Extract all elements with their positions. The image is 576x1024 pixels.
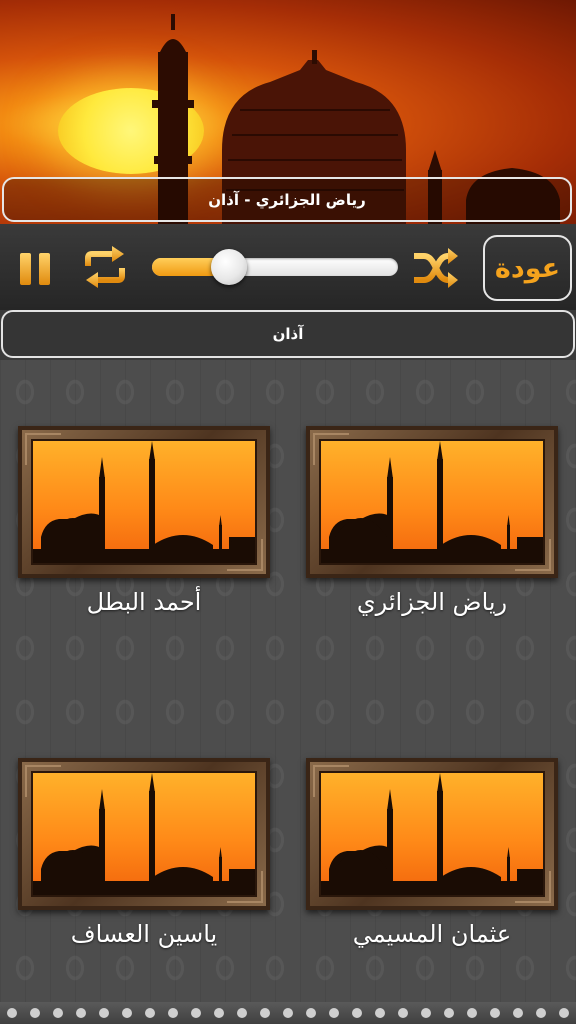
reciter-name: أحمد البطل xyxy=(86,588,202,616)
header-banner: رياض الجزائري - آذان xyxy=(0,0,576,224)
now-playing-title: رياض الجزائري - آذان xyxy=(2,177,572,222)
reciter-card[interactable]: رياض الجزائري xyxy=(306,426,558,616)
reciter-card[interactable]: ياسين العساف xyxy=(18,758,270,948)
reciter-name: ياسين العساف xyxy=(70,920,218,948)
player-controls: عودة xyxy=(0,224,576,310)
back-button[interactable]: عودة xyxy=(483,235,572,301)
progress-slider[interactable] xyxy=(152,249,398,285)
mosque-image xyxy=(319,439,545,565)
reciter-image-frame xyxy=(18,758,270,910)
repeat-icon xyxy=(85,246,125,288)
reciter-card[interactable]: عثمان المسيمي xyxy=(306,758,558,948)
reciter-image-frame xyxy=(306,426,558,578)
category-title: آذان xyxy=(1,310,575,358)
shuffle-icon xyxy=(414,248,458,288)
shuffle-button[interactable] xyxy=(410,244,460,290)
reciter-name: عثمان المسيمي xyxy=(352,920,512,948)
slider-thumb[interactable] xyxy=(211,249,248,285)
repeat-button[interactable] xyxy=(80,244,130,290)
mosque-image xyxy=(319,771,545,897)
page-indicator xyxy=(0,1002,576,1024)
reciter-name: رياض الجزائري xyxy=(356,588,508,616)
reciter-card[interactable]: أحمد البطل xyxy=(18,426,270,616)
reciter-image-frame xyxy=(18,426,270,578)
reciter-image-frame xyxy=(306,758,558,910)
reciters-grid: رياض الجزائري أحمد البطل عثمان المسيمي ي… xyxy=(0,360,576,1024)
mosque-image xyxy=(31,771,257,897)
pause-button[interactable] xyxy=(16,249,56,289)
mosque-image xyxy=(31,439,257,565)
pause-icon xyxy=(20,253,50,285)
